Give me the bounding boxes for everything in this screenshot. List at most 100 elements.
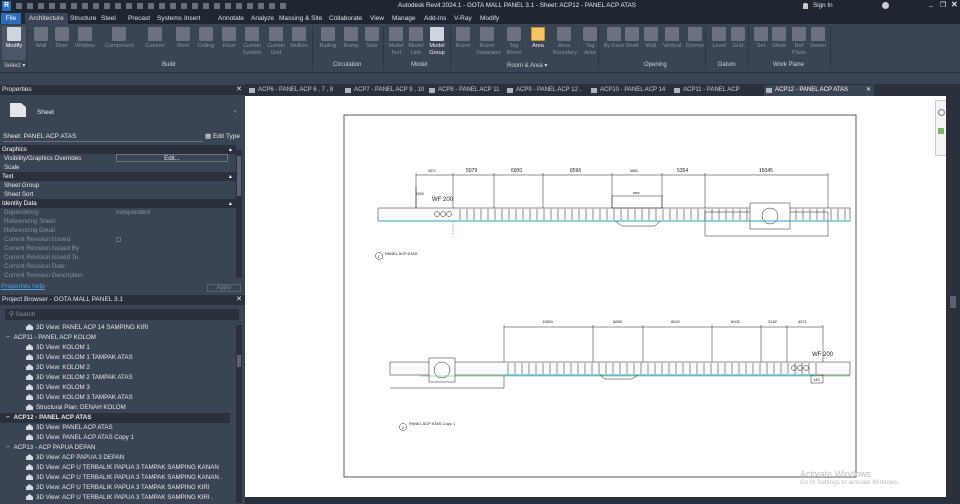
user-icon[interactable] [803, 3, 808, 9]
panel-label-4[interactable]: Room & Area ▾ [507, 62, 547, 69]
help-icon[interactable] [882, 2, 889, 9]
ribbon-button-door[interactable]: Door [51, 26, 73, 50]
browser-view-item[interactable]: Structural Plan: DENAH KOLOM [26, 403, 126, 413]
steering-wheel-icon[interactable] [938, 109, 945, 116]
browser-view-item[interactable]: 3D View: ACP PAPUA 3 DEPAN [26, 453, 124, 463]
restore-button[interactable]: ❐ [940, 1, 946, 9]
collapse-icon[interactable]: ▴ [229, 199, 232, 208]
ribbon-button-area[interactable]: Area [527, 26, 549, 50]
search-input[interactable]: ⚲ Search [5, 309, 239, 320]
close-icon[interactable]: ✕ [236, 295, 242, 305]
browser-view-item[interactable]: 3D View: KOLOM 1 TAMPAK ATAS [26, 353, 133, 363]
tab-insert[interactable]: Insert [180, 13, 204, 24]
ribbon-button-area-boundary[interactable]: Area Boundary [553, 26, 577, 57]
ribbon-button-show[interactable]: Show [768, 26, 790, 50]
ribbon-button-vertical[interactable]: Vertical [661, 26, 683, 50]
tab-precast[interactable]: Precast [124, 13, 154, 24]
browser-view-item[interactable]: 3D View: KOLOM 2 TAMPAK ATAS [26, 373, 133, 383]
quick-access-toolbar[interactable] [16, 3, 286, 9]
horizontal-scrollbar[interactable] [245, 497, 946, 504]
ribbon-button-stair[interactable]: Stair [361, 26, 383, 50]
sign-in-button[interactable]: Sign In [813, 2, 833, 9]
ribbon-button-tag-room[interactable]: Tag Room [503, 26, 525, 57]
collapse-icon[interactable]: − [6, 444, 10, 451]
view-tab[interactable]: ACP8 - PANEL ACP 11 [427, 85, 503, 96]
ribbon-button-grid[interactable]: Grid [727, 26, 749, 50]
browser-view-item[interactable]: 3D View: PANEL ACP 14 SAMPING KIRI [26, 323, 149, 333]
browser-scrollbar[interactable] [236, 325, 242, 503]
close-icon[interactable]: ✕ [866, 85, 871, 96]
ribbon-button-viewer[interactable]: Viewer [807, 26, 829, 50]
ribbon-button-railing[interactable]: Railing [317, 26, 339, 50]
chevron-down-icon[interactable]: ▾ [234, 109, 237, 115]
browser-view-item[interactable]: 3D View: ACP U TERBALIK PAPUA 3 TAMPAK S… [26, 473, 222, 483]
browser-view-item[interactable]: 3D View: PANEL ACP ATAS Copy 1 [26, 433, 134, 443]
tab-structure[interactable]: Structure [66, 13, 100, 24]
ribbon-button-wall[interactable]: Wall [640, 26, 662, 50]
view-tab[interactable]: ACP9 - PANEL ACP 12 , 13 [505, 85, 587, 104]
tab-steel[interactable]: Steel [97, 13, 120, 24]
ribbon-button-column[interactable]: Column [144, 26, 166, 50]
type-selector[interactable]: Sheet [37, 109, 54, 116]
property-group[interactable]: Identity Data ▴ [0, 199, 236, 208]
tab-view[interactable]: View [366, 13, 388, 24]
ribbon-button-floor[interactable]: Floor [218, 26, 240, 50]
checkbox[interactable] [116, 237, 121, 242]
browser-view-item[interactable]: 3D View: KOLOM 3 [26, 383, 90, 393]
view-tab[interactable]: ACP11 - PANEL ACP KOLOM [672, 85, 762, 104]
ribbon-button-curtain-grid[interactable]: Curtain Grid [265, 26, 287, 57]
browser-sheet-node[interactable]: − ACP13 - ACP PAPUA DEPAN [6, 443, 95, 453]
properties-help-link[interactable]: Properties help [1, 283, 45, 290]
tab-manage[interactable]: Manage [388, 13, 420, 24]
browser-sheet-node[interactable]: − ACP11 - PANEL ACP KOLOM [6, 333, 96, 343]
view-tab[interactable]: ACP10 - PANEL ACP 14 [589, 85, 669, 96]
revit-logo[interactable]: R [2, 1, 11, 11]
collapse-icon[interactable]: ▴ [229, 172, 232, 181]
ribbon-button-modify[interactable]: Modify [2, 26, 26, 60]
tab-architecture[interactable]: Architecture [25, 13, 68, 24]
properties-scrollbar[interactable] [236, 150, 242, 278]
browser-view-item[interactable]: 3D View: ACP U TERBALIK PAPUA 3 TAMPAK S… [26, 463, 219, 473]
view-tab[interactable]: ACP6 - PANEL ACP 6 , 7 , 8 [247, 85, 341, 96]
tab-massing-site[interactable]: Massing & Site [275, 13, 326, 24]
minimize-button[interactable]: _ [929, 0, 933, 7]
ribbon-button-room-separator[interactable]: Room Separator [476, 26, 501, 57]
edit-type-button[interactable]: ▦ Edit Type [205, 132, 240, 140]
drawing-canvas[interactable]: 4571 5079 6000 8596 6855 5354 15045 6855… [245, 96, 947, 497]
ribbon-button-wall[interactable]: Wall [30, 26, 52, 50]
ribbon-button-model-group[interactable]: Model Group [426, 26, 448, 57]
browser-sheet-node[interactable]: − ACP12 - PANEL ACP ATAS [0, 413, 230, 423]
browser-view-item[interactable]: 3D View: ACP U TERBALIK PAPUA 3 TAMPAK S… [26, 493, 213, 503]
ribbon-button-ceiling[interactable]: Ceiling [195, 26, 217, 50]
ribbon-button-model-line[interactable]: Model Line [405, 26, 427, 57]
ribbon-button-window[interactable]: Window [74, 26, 96, 50]
tab-add-ins[interactable]: Add-Ins [420, 13, 450, 24]
tab-annotate[interactable]: Annotate [214, 13, 248, 24]
ribbon-button-ramp[interactable]: Ramp [340, 26, 362, 50]
tab-collaborate[interactable]: Collaborate [325, 13, 366, 24]
view-tab[interactable]: ACP7 - PANEL ACP 9 , 10 [343, 85, 425, 96]
collapse-icon[interactable]: ▴ [229, 145, 232, 154]
collapse-icon[interactable]: − [6, 334, 10, 341]
tab-v-ray[interactable]: V-Ray [450, 13, 476, 24]
ribbon-button-component[interactable]: Component [105, 26, 134, 50]
property-value[interactable]: Edit... [116, 154, 228, 162]
close-icon[interactable]: ✕ [236, 85, 242, 95]
ribbon-button-curtain-system[interactable]: Curtain System [241, 26, 263, 57]
ribbon-button-model-text[interactable]: Model Text [385, 26, 407, 57]
vertical-scrollbar[interactable] [946, 96, 960, 504]
view-tab[interactable]: ACP12 - PANEL ACP ATAS ✕ [764, 85, 874, 96]
property-group[interactable]: Text ▴ [0, 172, 236, 181]
ribbon-button-room[interactable]: Room [452, 26, 474, 50]
tab-file[interactable]: File [1, 13, 21, 24]
browser-view-item[interactable]: 3D View: KOLOM 3 TAMPAK ATAS [26, 393, 133, 403]
browser-view-item[interactable]: 3D View: PANEL ACP ATAS [26, 423, 113, 433]
browser-view-item[interactable]: 3D View: KOLOM 2 [26, 363, 90, 373]
ribbon-button-mullion[interactable]: Mullion [288, 26, 310, 50]
zoom-icon[interactable] [938, 128, 944, 134]
ribbon-button-dormer[interactable]: Dormer [684, 26, 706, 50]
tab-modify[interactable]: Modify [476, 13, 503, 24]
instance-filter[interactable]: Sheet: PANEL ACP ATAS [3, 133, 203, 142]
property-group[interactable]: Graphics ▴ [0, 145, 236, 154]
ribbon-button-roof[interactable]: Roof [172, 26, 194, 50]
